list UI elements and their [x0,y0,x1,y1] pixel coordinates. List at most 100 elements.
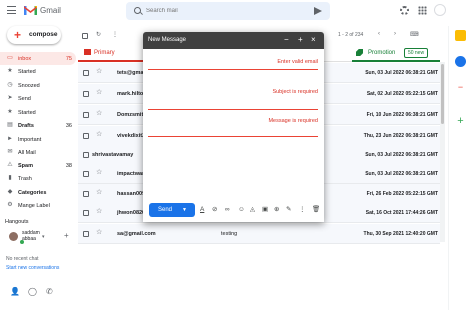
more-options-icon[interactable]: ⋮ [299,206,306,214]
account-avatar[interactable] [434,4,446,16]
star-icon[interactable]: ☆ [96,189,102,196]
keyboard-icon[interactable]: ⌨ [410,31,419,38]
sidebar-item-label: inbox [18,56,32,62]
star-icon[interactable]: ☆ [96,110,102,117]
row-checkbox[interactable] [83,210,89,216]
photo-icon[interactable]: ▣ [262,206,268,214]
tab-primary-label: Primary [94,50,115,56]
sidebar-item-trash[interactable]: ▮ Trash [0,172,76,185]
subject-field[interactable] [148,109,318,110]
row-checkbox[interactable] [83,112,89,118]
scrollbar-thumb[interactable] [441,64,444,124]
row-checkbox[interactable] [83,171,89,177]
sidebar-item-drafts[interactable]: ▤ Drafts 36 [0,119,76,132]
search-bar[interactable] [126,2,330,20]
sidebar-item-spam[interactable]: ⚠ Spam 38 [0,159,76,172]
tasks-icon[interactable] [455,56,466,67]
chevron-left-icon[interactable]: ‹ [378,31,380,37]
minus-icon[interactable]: − [455,82,466,93]
sidebar-item-label: Important [18,137,42,143]
text-format-icon[interactable]: A [200,206,204,214]
sidebar-item-started[interactable]: ★ Started [0,65,76,78]
sidebar-item-all-mail[interactable]: ✉ All Mail [0,146,76,159]
dialog-title: New Message [148,37,187,43]
signature-icon[interactable]: ✎ [286,206,291,214]
chevron-right-icon[interactable]: › [394,31,396,37]
draft-icon: ▤ [7,122,13,128]
refresh-icon[interactable]: ↻ [96,31,101,38]
sidebar-item-inbox[interactable]: ▭ inbox 75 [0,52,76,65]
close-icon[interactable]: × [311,35,316,45]
add-chat-icon[interactable]: + [64,231,69,240]
hangouts-icon[interactable]: ◯ [28,287,37,296]
add-addon-icon[interactable]: + [455,116,466,127]
sidebar-item-label: Snoozed [18,83,40,89]
settings-gear-icon[interactable] [400,6,409,15]
sidebar-item-label: Drafts [18,123,34,129]
expand-icon[interactable]: + [298,35,303,45]
star-icon[interactable]: ☆ [96,68,102,75]
search-input[interactable] [146,5,296,17]
trash-icon: ▮ [8,175,12,181]
sidebar-item-label: Started [18,110,36,116]
star-icon[interactable]: ☆ [96,131,102,138]
menu-icon[interactable] [7,6,16,14]
sidebar-item-snoozed[interactable]: ◷ Snoozed [0,79,76,92]
person-icon[interactable]: 👤 [10,287,20,296]
subject-error: Subject is required [272,89,318,95]
sidebar-item-important[interactable]: ► Important [0,133,76,146]
select-all-checkbox[interactable] [82,33,88,39]
lock-icon[interactable]: ⊕ [274,206,279,214]
chevron-down-icon[interactable]: ▾ [42,234,45,240]
email-date: Thu, 30 Sep 2021 12:40:20 GMT [363,231,438,237]
sidebar-item-started-2[interactable]: ★ Started [0,106,76,119]
row-checkbox[interactable] [83,91,89,97]
sidebar-item-label: Trash [18,176,32,182]
row-checkbox[interactable] [83,191,89,197]
message-body-field[interactable] [148,136,318,137]
dialog-header[interactable]: New Message − + × [143,32,324,49]
star-icon: ★ [7,68,13,74]
star-icon[interactable]: ☆ [96,169,102,176]
star-icon: ★ [7,109,13,115]
mail-icon: ✉ [7,149,13,155]
star-icon[interactable]: ☆ [96,89,102,96]
link-icon[interactable]: ∞ [225,206,230,214]
inbox-icon [84,49,91,55]
chevron-down-icon[interactable]: ▼ [182,207,187,213]
send-label: Send [158,207,173,213]
more-icon[interactable]: ⋮ [112,31,118,38]
compose-button[interactable]: + compose [7,26,61,44]
keep-icon[interactable] [455,30,466,41]
sidebar-item-categories[interactable]: ◆ Categories [0,186,76,199]
row-checkbox[interactable] [83,152,89,158]
hangouts-avatar[interactable] [9,232,18,241]
send-button[interactable]: Send ▼ [149,203,195,217]
star-icon[interactable]: ☆ [96,229,102,236]
email-date: Sun, 03 Jul 2022 06:38:21 GMT [365,171,438,177]
hangouts-user-name[interactable]: saddam abbaa [22,230,42,242]
message-error: Message is required [268,118,318,124]
drive-icon[interactable]: ◬ [250,206,255,214]
minimize-icon[interactable]: − [284,35,289,45]
new-message-dialog[interactable]: New Message − + × Enter valid email Subj… [143,32,324,222]
phone-icon[interactable]: ✆ [46,287,53,296]
apps-grid-icon[interactable] [418,6,427,15]
sidebar-item-send[interactable]: ➤ Send [0,92,76,105]
start-new-conversation-link[interactable]: Start new conversations [6,265,59,271]
sidebar-item-label: Started [18,69,36,75]
compose-label: compose [29,31,58,38]
emoji-icon[interactable]: ☺ [238,206,245,214]
search-icon[interactable] [134,7,141,14]
attach-icon[interactable]: ⊘ [212,206,217,214]
search-send-icon[interactable] [314,7,322,15]
to-field[interactable] [148,69,318,70]
row-checkbox[interactable] [83,231,89,237]
row-checkbox[interactable] [83,70,89,76]
discard-trash-icon[interactable]: 🗑 [312,206,320,214]
sidebar-item-manage-label[interactable]: ⚙ Mange Label [0,199,76,212]
email-row[interactable]: ☆ sa@gmail.com testing Thu, 30 Sep 2021 … [78,224,440,244]
star-icon[interactable]: ☆ [96,208,102,215]
email-error: Enter valid email [277,59,318,65]
row-checkbox[interactable] [83,133,89,139]
